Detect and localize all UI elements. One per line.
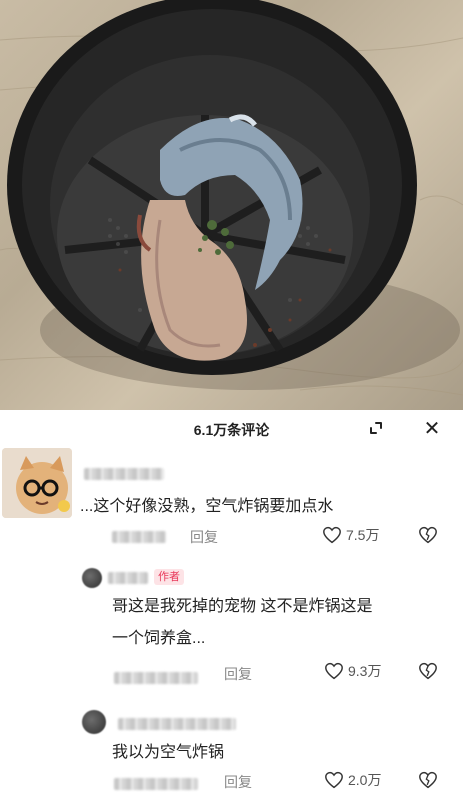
reply-button[interactable]: 回复 [224, 772, 252, 792]
like-count: 9.3万 [348, 663, 382, 679]
broken-heart-icon[interactable] [418, 526, 438, 544]
comment-panel: 6.1万条评论 ✕ ...这个好像没熟，空气炸锅要加点水 回复 7.5万 作者 … [0, 410, 463, 800]
comment-text: ...这个好像没熟，空气炸锅要加点水 [80, 498, 334, 515]
timestamp-blurred [112, 531, 166, 543]
expand-icon[interactable] [364, 416, 388, 440]
like-button[interactable]: 2.0万 [324, 770, 381, 790]
reply-button[interactable]: 回复 [224, 664, 252, 684]
like-button[interactable]: 9.3万 [324, 661, 381, 681]
username-blurred[interactable] [118, 718, 236, 730]
username-blurred[interactable] [108, 572, 148, 584]
comment-panel-header: 6.1万条评论 ✕ [0, 410, 463, 446]
comment-text-line-1: 哥这是我死掉的宠物 这不是炸锅这是 [112, 598, 373, 615]
avatar[interactable] [82, 568, 102, 588]
comment-text-line-2: 一个饲养盒... [112, 630, 206, 647]
photo-illustration [0, 0, 463, 396]
broken-heart-icon[interactable] [418, 662, 438, 680]
username-blurred[interactable] [84, 468, 164, 480]
timestamp-blurred [114, 778, 198, 790]
heart-icon [325, 771, 343, 789]
timestamp-blurred [114, 672, 198, 684]
close-icon[interactable]: ✕ [420, 416, 444, 440]
comment-text: 我以为空气炸锅 [112, 744, 225, 761]
avatar[interactable] [2, 448, 72, 518]
broken-heart-icon[interactable] [418, 771, 438, 789]
like-count: 7.5万 [346, 527, 380, 543]
author-badge: 作者 [154, 569, 184, 585]
like-button[interactable]: 7.5万 [322, 525, 379, 545]
like-count: 2.0万 [348, 772, 382, 788]
post-photo [0, 0, 463, 410]
avatar[interactable] [82, 710, 106, 734]
comment-count-title: 6.1万条评论 [193, 422, 270, 438]
reply-button[interactable]: 回复 [190, 527, 218, 547]
heart-icon [323, 526, 341, 544]
heart-icon [325, 662, 343, 680]
